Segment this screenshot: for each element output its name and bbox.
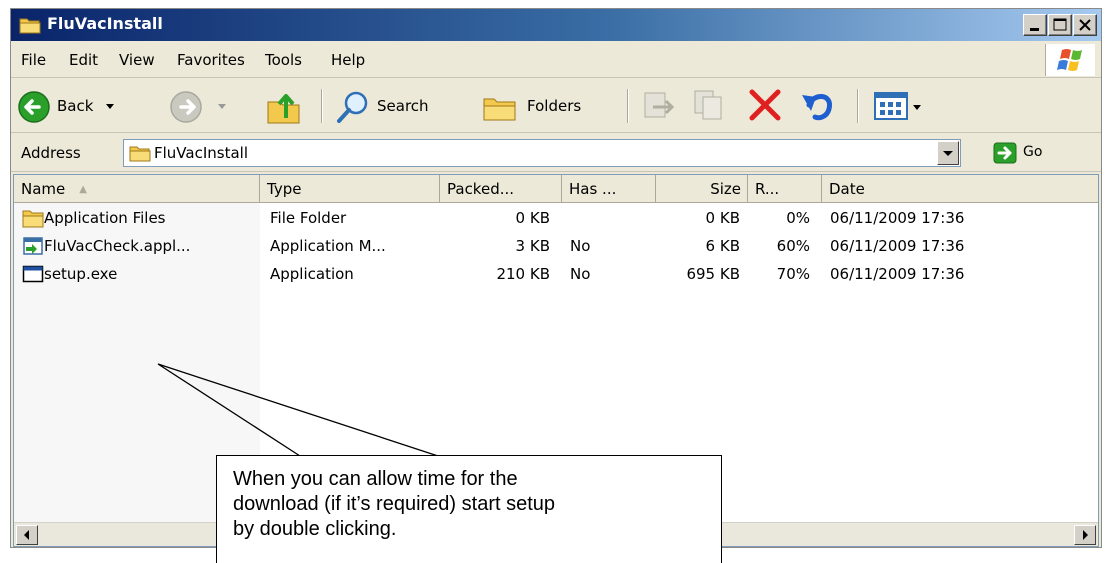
callout-text-line: When you can allow time for the <box>233 468 518 490</box>
callout-text-line: download (if it’s required) start setup <box>233 493 556 515</box>
callout-text-line: by double clicking. <box>233 518 397 540</box>
instruction-callout: When you can allow time for the download… <box>216 455 722 563</box>
